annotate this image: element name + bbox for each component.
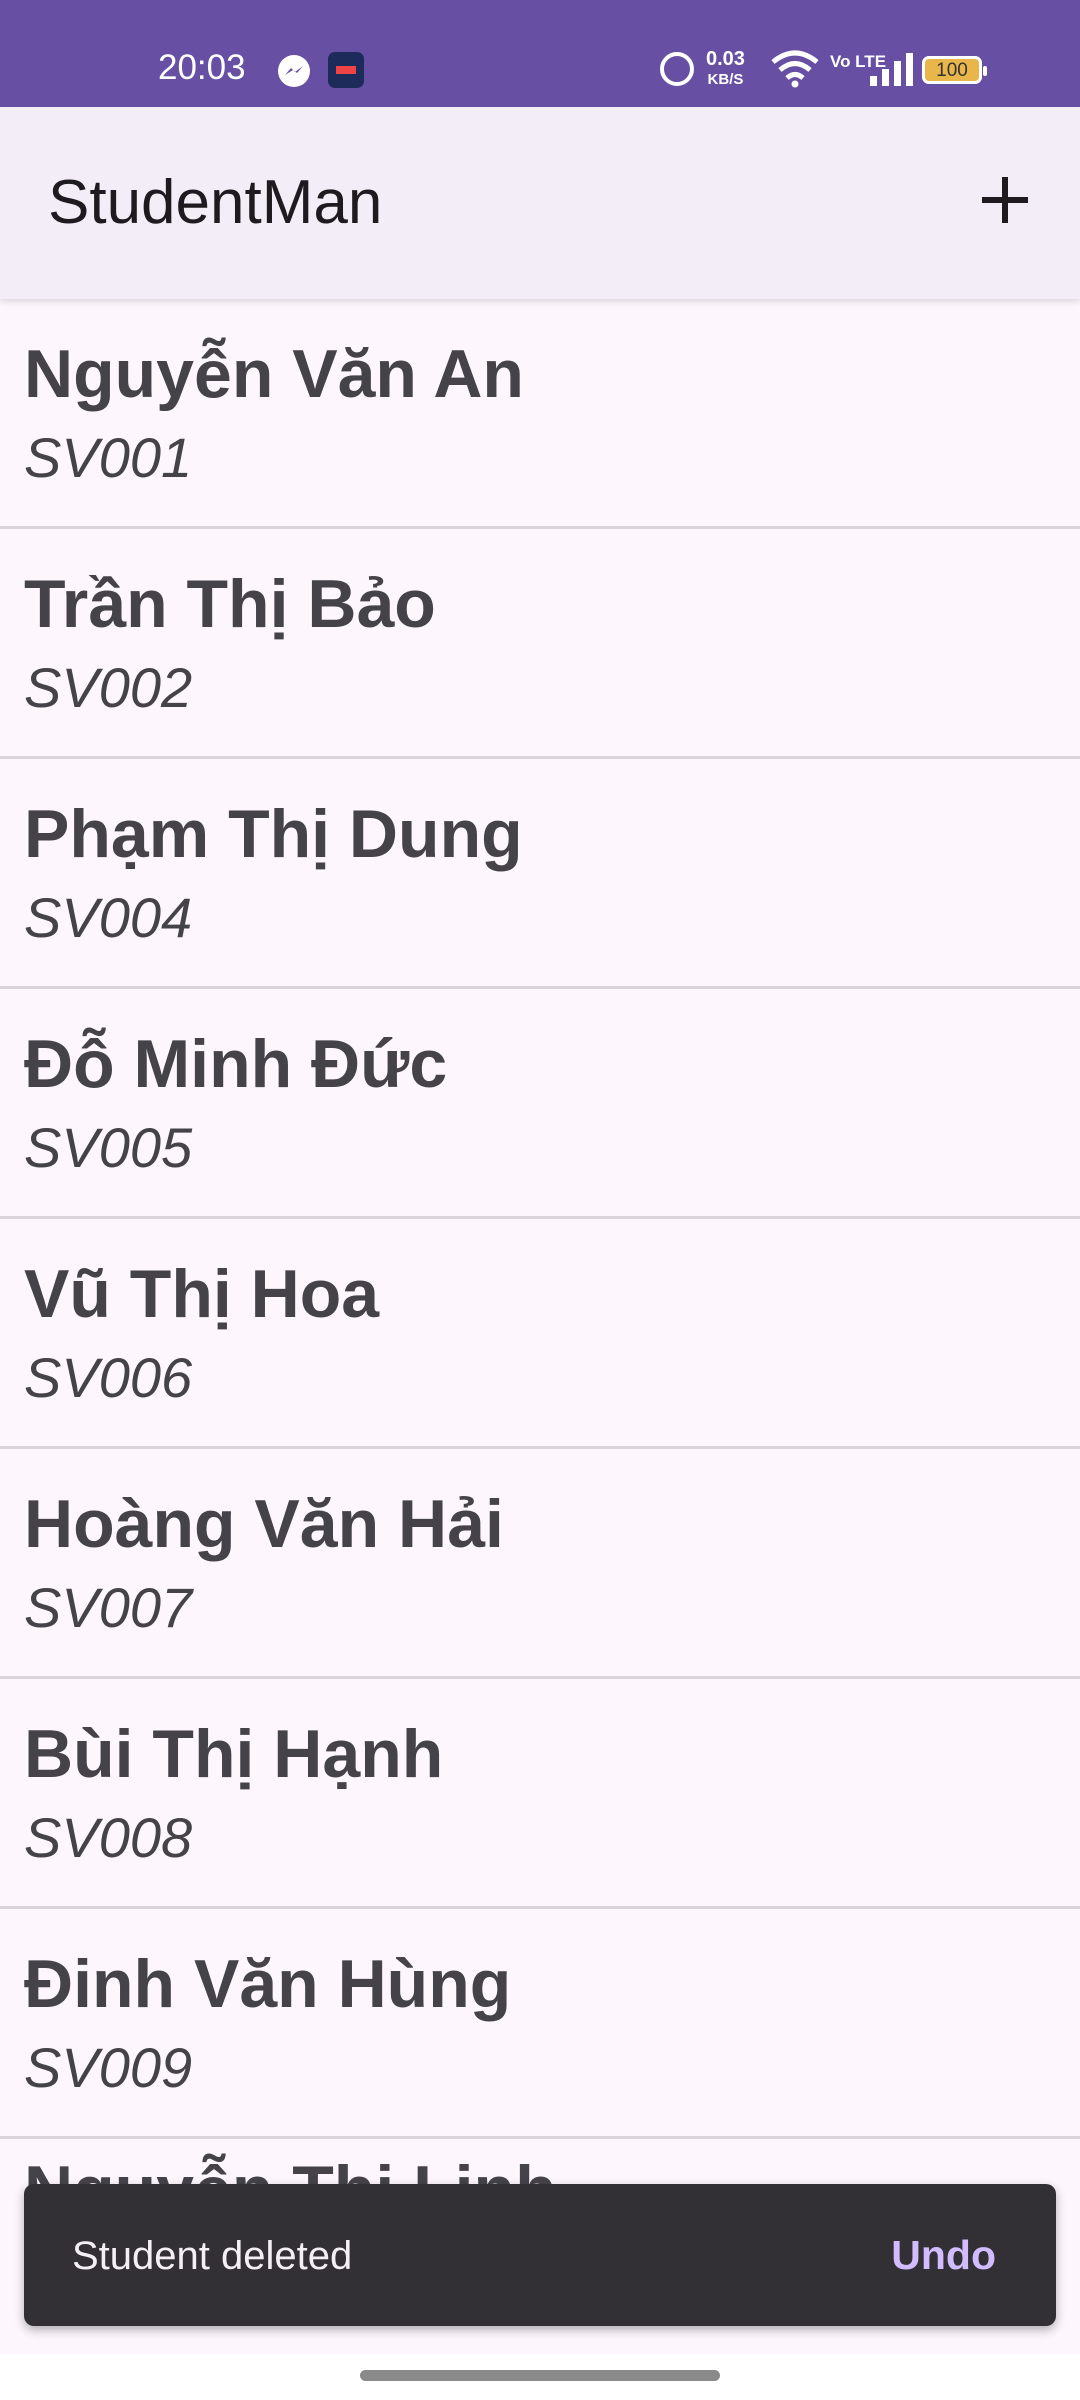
list-item[interactable]: Hoàng Văn Hải SV007 [0, 1449, 1080, 1679]
home-indicator[interactable] [360, 2370, 720, 2381]
list-item[interactable]: Phạm Thị Dung SV004 [0, 759, 1080, 989]
student-name: Phạm Thị Dung [24, 796, 523, 872]
student-name: Hoàng Văn Hải [24, 1486, 504, 1562]
add-student-button[interactable] [970, 165, 1040, 235]
student-id: SV001 [24, 426, 193, 489]
wifi-icon [771, 50, 819, 88]
snackbar: Student deleted Undo [24, 2184, 1056, 2326]
navigation-bar [0, 2354, 1080, 2400]
app-icon [328, 52, 364, 88]
student-name: Bùi Thị Hạnh [24, 1716, 444, 1792]
student-name: Đỗ Minh Đức [24, 1026, 448, 1102]
student-name: Trần Thị Bảo [24, 566, 436, 642]
student-id: SV009 [24, 2036, 193, 2099]
student-id: SV002 [24, 656, 193, 719]
list-item[interactable]: Nguyễn Văn An SV001 [0, 299, 1080, 529]
student-id: SV008 [24, 1806, 193, 1869]
app-title: StudentMan [48, 168, 383, 237]
plus-icon [982, 177, 1028, 223]
student-id: SV006 [24, 1346, 193, 1409]
network-speed: 0.03 KB/S [706, 48, 745, 88]
student-id: SV005 [24, 1116, 193, 1179]
snackbar-message: Student deleted [72, 2234, 353, 2278]
list-item[interactable]: Trần Thị Bảo SV002 [0, 529, 1080, 759]
student-id: SV007 [24, 1576, 193, 1639]
status-bar: 20:03 0.03 KB/S Vo LTE 100 [0, 0, 1080, 107]
student-name: Vũ Thị Hoa [24, 1256, 380, 1332]
battery-icon: 100 [922, 56, 987, 84]
list-item[interactable]: Đỗ Minh Đức SV005 [0, 989, 1080, 1219]
battery-level: 100 [936, 60, 968, 81]
student-id: SV004 [24, 886, 193, 949]
student-list: Nguyễn Văn An SV001 Trần Thị Bảo SV002 P… [0, 299, 1080, 2366]
student-name: Nguyễn Văn An [24, 336, 524, 412]
undo-button[interactable]: Undo [891, 2232, 996, 2279]
student-name: Đinh Văn Hùng [24, 1946, 512, 2022]
list-item[interactable]: Bùi Thị Hạnh SV008 [0, 1679, 1080, 1909]
alarm-icon [660, 52, 694, 86]
list-item[interactable]: Vũ Thị Hoa SV006 [0, 1219, 1080, 1449]
status-time: 20:03 [158, 48, 246, 87]
app-bar: StudentMan [0, 107, 1080, 299]
signal-icon [870, 53, 913, 86]
list-item[interactable]: Đinh Văn Hùng SV009 [0, 1909, 1080, 2139]
messenger-icon [278, 55, 310, 87]
